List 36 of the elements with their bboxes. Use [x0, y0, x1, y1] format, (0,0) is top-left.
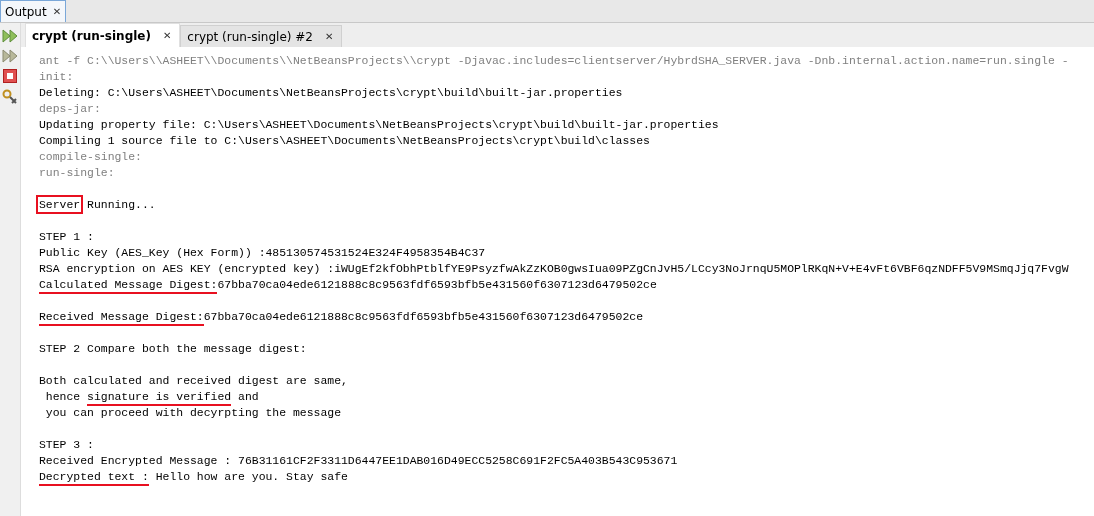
- console-text: RSA encryption on AES KEY (encrypted key) :iWUgEf2kfObhPtblfYE9PsyzfwAkZzKOB0gwsIua09PZgCnJvH5/LCcy3NoJrnqU5MOPlRKqN+V+E4vFt6VBF6qzNDFF5V9MSmqJjq7FvgW: [39, 262, 1069, 275]
- console-text: deps-jar:: [39, 102, 101, 115]
- rerun-icon[interactable]: [2, 29, 18, 43]
- console-text: init:: [39, 70, 74, 83]
- console-text: Both calculated and received digest are same,: [39, 374, 348, 387]
- console-text: compile-single:: [39, 150, 142, 163]
- console-tab[interactable]: crypt (run-single) ✕: [25, 23, 181, 47]
- console-text: Hello how are you. Stay safe: [154, 470, 348, 483]
- highlighted-text: Calculated Message Digest:: [39, 278, 218, 294]
- output-window-tab[interactable]: Output ✕: [0, 0, 67, 22]
- console-text: Deleting: C:\Users\ASHEET\Documents\NetBeansProjects\crypt\build\built-jar.properties: [39, 86, 623, 99]
- rerun-icon[interactable]: [2, 49, 18, 63]
- console-text: 67bba70ca04ede6121888c8c9563fdf6593bfb5e431560f6307123d6479502ce: [203, 310, 643, 323]
- console-text: Received Encrypted Message : 76B31161CF2F3311D6447EE1DAB016D49ECC5258C691F2FC5A403B543C953671: [39, 454, 678, 467]
- close-icon[interactable]: ✕: [325, 31, 334, 42]
- highlighted-text: Decrypted text :: [39, 470, 149, 486]
- console-text: ant -f C:\\Users\\ASHEET\\Documents\\NetBeansProjects\\crypt -Djavac.includes=clientserver/HybrdSHA_SERVER.java -Dnb.internal.action.name=run.single -: [39, 54, 1069, 67]
- console-text: Updating property file: C:\Users\ASHEET\Documents\NetBeansProjects\crypt\build\built-jar.properties: [39, 118, 719, 131]
- console-text: and: [237, 390, 259, 403]
- highlighted-text: Server: [39, 198, 81, 211]
- highlighted-text: Received Message Digest:: [39, 310, 204, 326]
- stop-icon[interactable]: [3, 69, 17, 83]
- console-text: hence: [44, 390, 82, 403]
- console-text: STEP 3 :: [39, 438, 94, 451]
- console-text: STEP 2 Compare both the message digest:: [39, 342, 307, 355]
- console-tab[interactable]: crypt (run-single) #2 ✕: [180, 25, 343, 47]
- console-text: Public Key (AES_Key (Hex Form)) :485130574531524E324F4958354B4C37: [39, 246, 486, 259]
- console-text: Compiling 1 source file to C:\Users\ASHEET\Documents\NetBeansProjects\crypt\build\classes: [39, 134, 650, 147]
- close-icon[interactable]: ✕: [52, 6, 62, 17]
- console-text: you can proceed with decyrpting the message: [44, 406, 341, 419]
- close-icon[interactable]: ✕: [162, 30, 172, 41]
- console-text: run-single:: [39, 166, 115, 179]
- console-text: 67bba70ca04ede6121888c8c9563fdf6593bfb5e431560f6307123d6479502ce: [217, 278, 657, 291]
- highlighted-text: signature is verified: [87, 390, 232, 406]
- console-text: Running...: [86, 198, 156, 211]
- console-text: STEP 1 :: [39, 230, 94, 243]
